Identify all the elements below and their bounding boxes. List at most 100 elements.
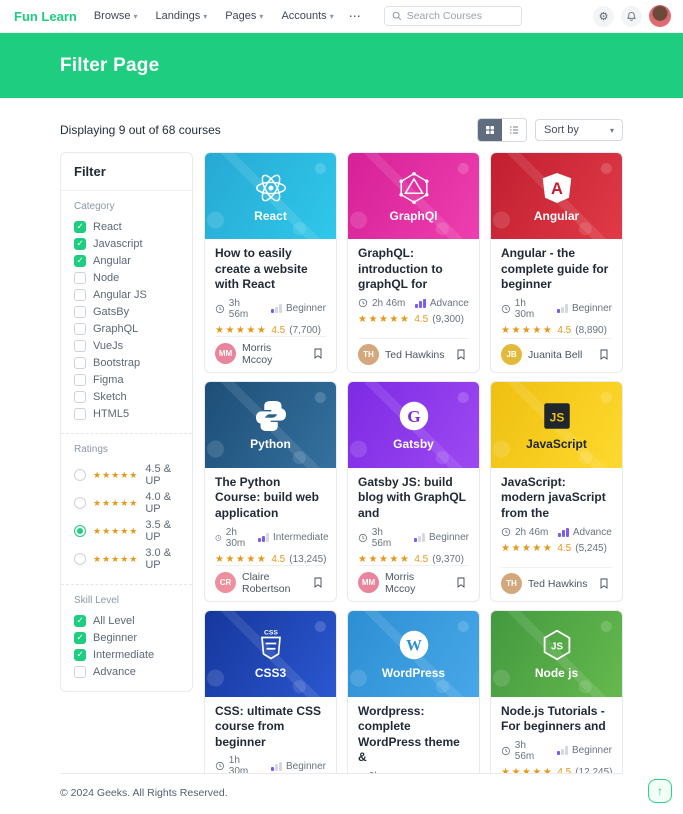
level-bars-icon [271, 761, 282, 771]
course-title[interactable]: JavaScript: modern javaScript from the [501, 475, 612, 522]
filter-checkbox-row[interactable]: React [74, 220, 179, 233]
nav-menu-item[interactable]: Landings [149, 6, 215, 26]
search-icon [392, 11, 401, 21]
checkbox[interactable] [74, 254, 86, 267]
checkbox[interactable] [74, 407, 86, 420]
nav-menu-item[interactable]: Browse [87, 6, 145, 26]
filter-rating-row[interactable]: ★★★★★ 4.0 & UP [74, 491, 179, 515]
clock-icon [501, 746, 510, 755]
duration: 3h 56m [215, 298, 261, 320]
bookmark-button[interactable] [310, 345, 326, 362]
skill-level: Advance [415, 298, 469, 309]
bookmark-button[interactable] [310, 574, 326, 591]
brand-logo[interactable]: Fun Learn [14, 9, 77, 24]
skill-level: Beginner [271, 761, 326, 772]
radio-button[interactable] [74, 497, 86, 509]
nav-menu-item[interactable]: Accounts [274, 6, 340, 26]
filter-rating-row[interactable]: ★★★★★ 4.5 & UP [74, 463, 179, 487]
scroll-to-top-button[interactable]: ↑ [648, 779, 672, 803]
rating: ★★★★★ 4.5 (13,245) [215, 553, 327, 565]
stars-icon: ★★★★★ [501, 324, 554, 336]
filter-checkbox-row[interactable]: HTML5 [74, 407, 179, 420]
rating: ★★★★★ 4.5 (9,300) [358, 313, 464, 325]
filter-checkbox-row[interactable]: Sketch [74, 390, 179, 403]
level-bars-icon [557, 304, 568, 314]
course-cover[interactable]: CSS3 [205, 610, 336, 697]
checkbox[interactable] [74, 648, 86, 661]
checkbox[interactable] [74, 390, 86, 403]
course-title[interactable]: GraphQL: introduction to graphQL for [358, 246, 469, 293]
filter-checkbox-row[interactable]: Javascript [74, 237, 179, 250]
checkbox[interactable] [74, 305, 86, 318]
checkbox[interactable] [74, 237, 86, 250]
bookmark-button[interactable] [596, 346, 612, 363]
bookmark-button[interactable] [596, 575, 612, 592]
bookmark-button[interactable] [453, 346, 469, 363]
filter-checkbox-row[interactable]: Figma [74, 373, 179, 386]
course-cover[interactable]: React [205, 153, 336, 239]
settings-button[interactable]: ⚙ [593, 5, 614, 27]
checkbox[interactable] [74, 631, 86, 644]
checkbox[interactable] [74, 322, 86, 335]
radio-button[interactable] [74, 553, 86, 565]
checkbox[interactable] [74, 373, 86, 386]
course-cover[interactable]: GraphQl [348, 153, 479, 239]
checkbox[interactable] [74, 665, 86, 678]
filter-checkbox-row[interactable]: GraphQL [74, 322, 179, 335]
filter-checkbox-row[interactable]: Advance [74, 665, 179, 678]
course-title[interactable]: Node.js Tutorials - For beginners and [501, 704, 612, 735]
chevron-down-icon: ▾ [609, 125, 614, 135]
filter-rating-row[interactable]: ★★★★★ 3.0 & UP [74, 547, 179, 571]
filter-checkbox-row[interactable]: Bootstrap [74, 356, 179, 369]
radio-button[interactable] [74, 525, 86, 537]
level-bars-icon [258, 533, 269, 543]
results-count: Displaying 9 out of 68 courses [60, 123, 221, 137]
filter-rating-row[interactable]: ★★★★★ 3.5 & UP [74, 519, 179, 543]
course-cover[interactable]: Node js [491, 610, 622, 697]
checkbox[interactable] [74, 339, 86, 352]
tech-label: CSS3 [254, 666, 287, 681]
tech-icon [539, 627, 575, 663]
course-title[interactable]: How to easily create a website with Reac… [215, 246, 326, 293]
chevron-down-icon [259, 10, 263, 22]
instructor-name: Morris Mccoy [385, 570, 416, 595]
filter-checkbox-row[interactable]: Beginner [74, 631, 179, 644]
course-title[interactable]: CSS: ultimate CSS course from beginner [215, 704, 326, 751]
notifications-button[interactable] [621, 5, 642, 27]
search-input[interactable] [406, 10, 514, 22]
course-title[interactable]: Angular - the complete guide for beginne… [501, 246, 612, 293]
list-view-button[interactable] [502, 119, 526, 141]
course-cover[interactable]: Gatsby [348, 381, 479, 468]
checkbox[interactable] [74, 271, 86, 284]
rating: ★★★★★ 4.5 (8,890) [501, 324, 607, 336]
filter-checkbox-row[interactable]: GatsBy [74, 305, 179, 318]
filter-checkbox-row[interactable]: All Level [74, 614, 179, 627]
filter-checkbox-row[interactable]: Angular [74, 254, 179, 267]
filter-checkbox-row[interactable]: Node [74, 271, 179, 284]
course-cover[interactable]: JavaScript [491, 381, 622, 468]
filter-checkbox-row[interactable]: VueJs [74, 339, 179, 352]
course-cover[interactable]: WordPress [348, 610, 479, 697]
checkbox[interactable] [74, 614, 86, 627]
course-cover[interactable]: Angular [491, 153, 622, 239]
course-title[interactable]: Gatsby JS: build blog with GraphQL and [358, 475, 469, 522]
tech-label: Gatsby [393, 437, 434, 452]
user-avatar[interactable] [649, 5, 671, 27]
tech-label: JavaScript [526, 437, 587, 452]
checkbox[interactable] [74, 356, 86, 369]
nav-more-button[interactable]: ⋯ [341, 7, 370, 25]
grid-view-button[interactable] [478, 119, 502, 141]
filter-checkbox-row[interactable]: Intermediate [74, 648, 179, 661]
sort-dropdown[interactable]: Sort by ▾ [535, 119, 623, 141]
course-title[interactable]: Wordpress: complete WordPress theme & [358, 704, 469, 766]
course-title[interactable]: The Python Course: build web application [215, 475, 326, 522]
bookmark-button[interactable] [453, 574, 469, 591]
checkbox[interactable] [74, 220, 86, 233]
checkbox[interactable] [74, 288, 86, 301]
filter-checkbox-row[interactable]: Angular JS [74, 288, 179, 301]
nav-menu-item[interactable]: Pages [218, 6, 270, 26]
duration: 3h 56m [358, 527, 404, 549]
radio-button[interactable] [74, 469, 86, 481]
bookmark-icon [314, 577, 322, 588]
course-cover[interactable]: Python [205, 381, 336, 468]
